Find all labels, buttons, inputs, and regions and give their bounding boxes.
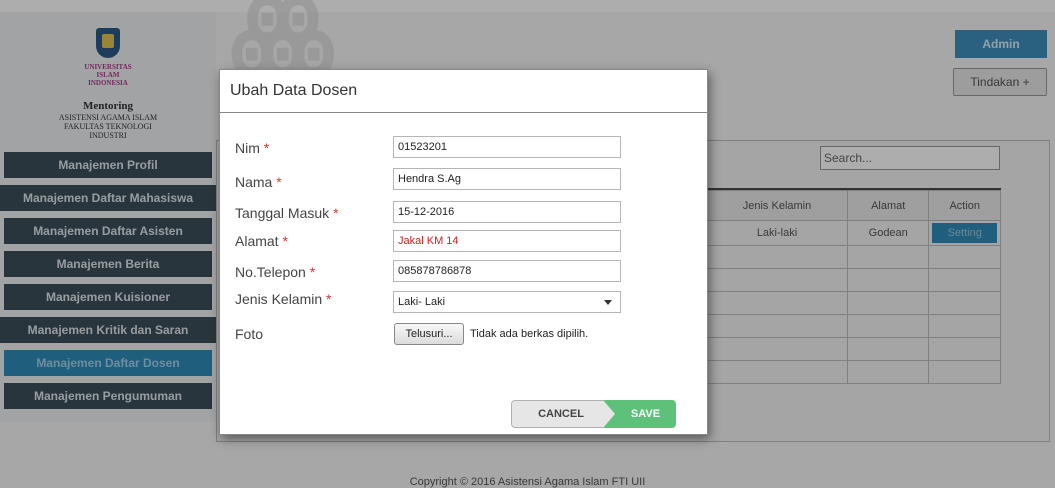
jenis-kelamin-label: Jenis Kelamin * [235, 291, 332, 307]
cancel-button[interactable]: CANCEL [511, 400, 611, 428]
modal-divider [220, 112, 709, 113]
nim-label: Nim * [235, 140, 270, 156]
tanggal-masuk-label: Tanggal Masuk * [235, 205, 339, 221]
save-button[interactable]: SAVE [603, 400, 676, 428]
nama-field[interactable]: Hendra S.Ag [393, 168, 621, 190]
tanggal-masuk-field[interactable]: 15-12-2016 [393, 201, 621, 223]
chevron-down-icon [604, 300, 612, 305]
jenis-kelamin-value: Laki- Laki [398, 296, 446, 308]
alamat-field[interactable]: Jakal KM 14 [393, 230, 621, 252]
nama-label: Nama * [235, 174, 282, 190]
nim-field[interactable]: 01523201 [393, 136, 621, 158]
alamat-label: Alamat * [235, 233, 288, 249]
no-telepon-field[interactable]: 085878786878 [393, 260, 621, 282]
browse-file-button[interactable]: Telusuri... [394, 323, 464, 345]
file-status-text: Tidak ada berkas dipilih. [470, 328, 589, 340]
foto-label: Foto [235, 326, 264, 342]
modal-title: Ubah Data Dosen [230, 82, 358, 99]
jenis-kelamin-select[interactable]: Laki- Laki [393, 291, 621, 313]
no-telepon-label: No.Telepon * [235, 264, 316, 280]
edit-dosen-modal: Ubah Data Dosen Nim * 01523201 Nama * He… [219, 69, 709, 435]
